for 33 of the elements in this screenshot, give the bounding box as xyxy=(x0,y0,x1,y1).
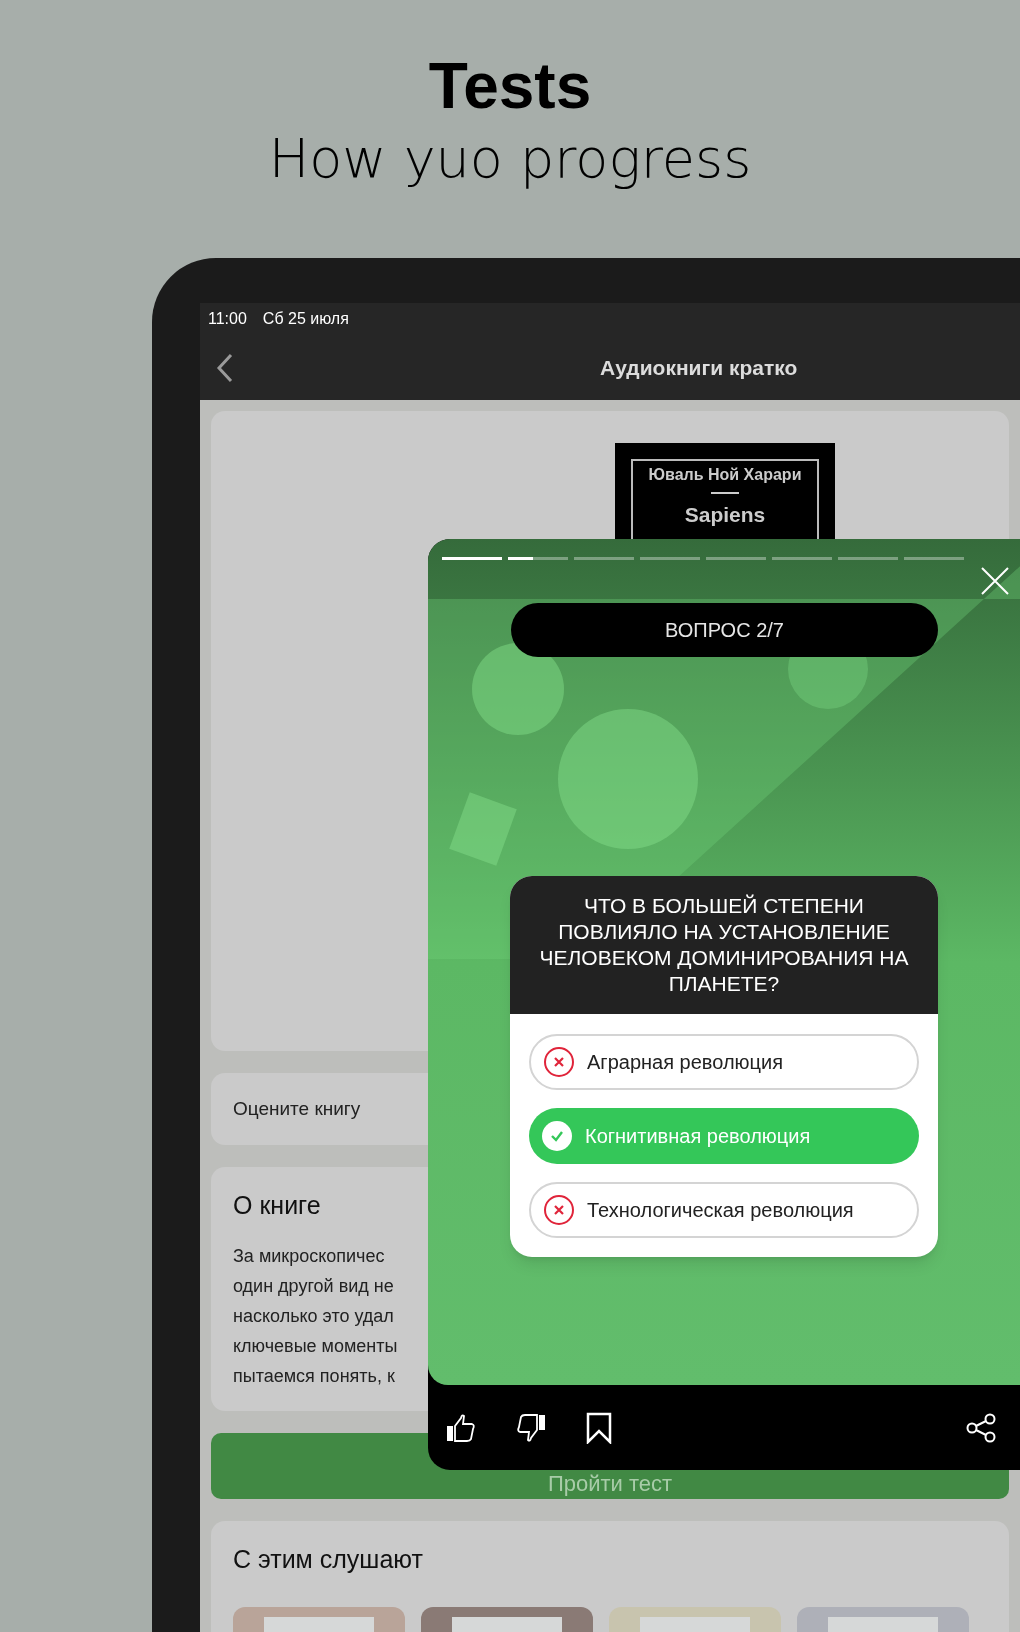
back-icon xyxy=(216,352,234,383)
thumbs-down-icon xyxy=(516,1412,546,1443)
book-author: Юваль Ной Харари xyxy=(648,465,802,485)
share-icon xyxy=(966,1412,996,1443)
check-icon xyxy=(541,1120,573,1152)
status-time: 11:00 xyxy=(208,309,247,329)
about-heading: О книге xyxy=(233,1190,321,1221)
rate-label: Оцените книгу xyxy=(233,1096,361,1121)
close-button[interactable] xyxy=(980,565,1012,597)
about-text-line: насколько это удал xyxy=(233,1304,395,1328)
about-text-line: За микроскопичес xyxy=(233,1244,386,1268)
thumbs-up-icon xyxy=(446,1412,476,1443)
about-text-line: один другой вид не xyxy=(233,1274,395,1298)
dislike-button[interactable] xyxy=(516,1412,546,1443)
status-date: Сб 25 июля xyxy=(262,309,349,329)
nav-title: Аудиокниги кратко xyxy=(600,354,798,381)
close-icon xyxy=(980,566,1010,596)
book-title: Sapiens xyxy=(684,502,766,528)
question-text: ЧТО В БОЛЬШЕЙ СТЕПЕНИ ПОВЛИЯЛО НА УСТАНОВЛЕНИЕ ЧЕЛОВЕКОМ ДОМИНИРОВАНИЯ НА ПЛАНЕТЕ? xyxy=(538,893,910,997)
like-button[interactable] xyxy=(446,1412,476,1443)
cross-icon xyxy=(543,1194,575,1226)
answer-option[interactable]: Технологическая революция xyxy=(529,1182,919,1238)
question-counter: ВОПРОС 2/7 xyxy=(511,603,938,657)
about-text-line: пытаемся понять, к xyxy=(233,1364,396,1388)
related-heading: С этим слушают xyxy=(233,1544,424,1575)
about-text-line: ключевые моменты xyxy=(233,1334,399,1358)
promo-subtitle: How yuo progress xyxy=(268,126,752,192)
share-button[interactable] xyxy=(966,1412,996,1443)
bookmark-button[interactable] xyxy=(586,1411,612,1444)
promo-title: Tests xyxy=(428,49,592,124)
answer-option[interactable]: Аграрная революция xyxy=(529,1034,919,1090)
cross-icon xyxy=(543,1046,575,1078)
bookmark-icon xyxy=(586,1411,612,1444)
